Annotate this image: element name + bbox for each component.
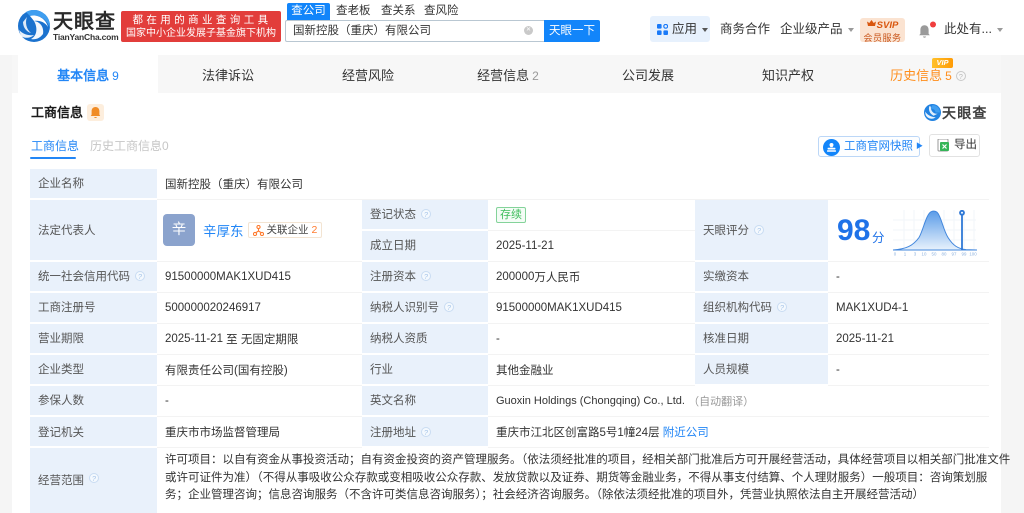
svg-text:1: 1 [904,251,907,256]
svg-text:80: 80 [942,251,947,256]
svg-text:3: 3 [914,251,917,256]
svg-text:99: 99 [962,251,967,256]
svg-text:97: 97 [952,251,957,256]
svg-text:0: 0 [894,251,897,256]
svg-text:100: 100 [969,251,977,256]
svg-text:50: 50 [932,251,937,256]
svg-text:10: 10 [922,251,927,256]
